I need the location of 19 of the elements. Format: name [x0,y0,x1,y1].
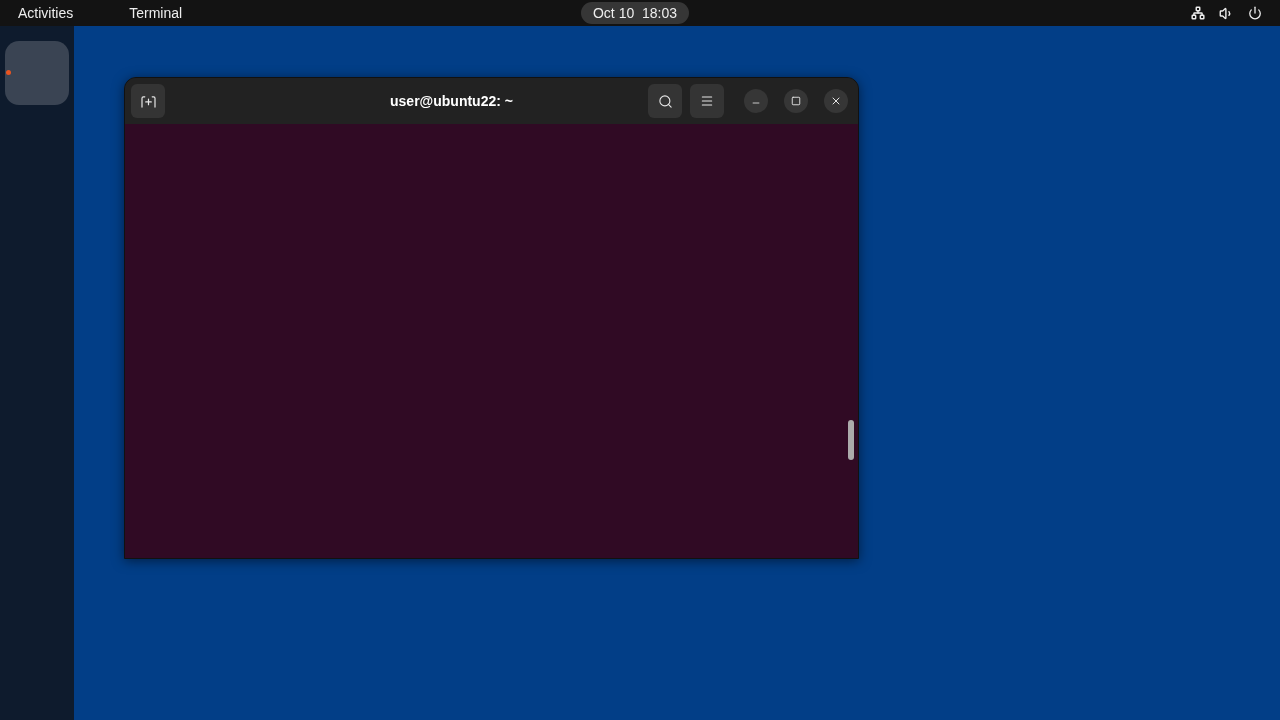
power-icon[interactable] [1248,6,1262,20]
new-tab-icon [140,94,156,108]
close-button[interactable] [824,89,848,113]
maximize-icon [791,96,801,106]
network-icon[interactable] [1191,6,1205,20]
dock-app-tile[interactable] [5,41,69,105]
app-menu-button[interactable]: Terminal [119,2,193,24]
menu-button[interactable] [690,84,724,118]
new-tab-button[interactable] [131,84,165,118]
minimize-button[interactable] [744,89,768,113]
maximize-button[interactable] [784,89,808,113]
window-title: user@ubuntu22: ~ [390,91,513,111]
scrollbar-thumb[interactable] [848,420,854,460]
activities-button[interactable]: Activities [8,2,84,24]
search-button[interactable] [648,84,682,118]
menu-icon [700,94,714,108]
close-icon [830,95,842,107]
clock-button[interactable]: Oct 10 18:03 [580,2,690,24]
search-icon [657,93,673,109]
